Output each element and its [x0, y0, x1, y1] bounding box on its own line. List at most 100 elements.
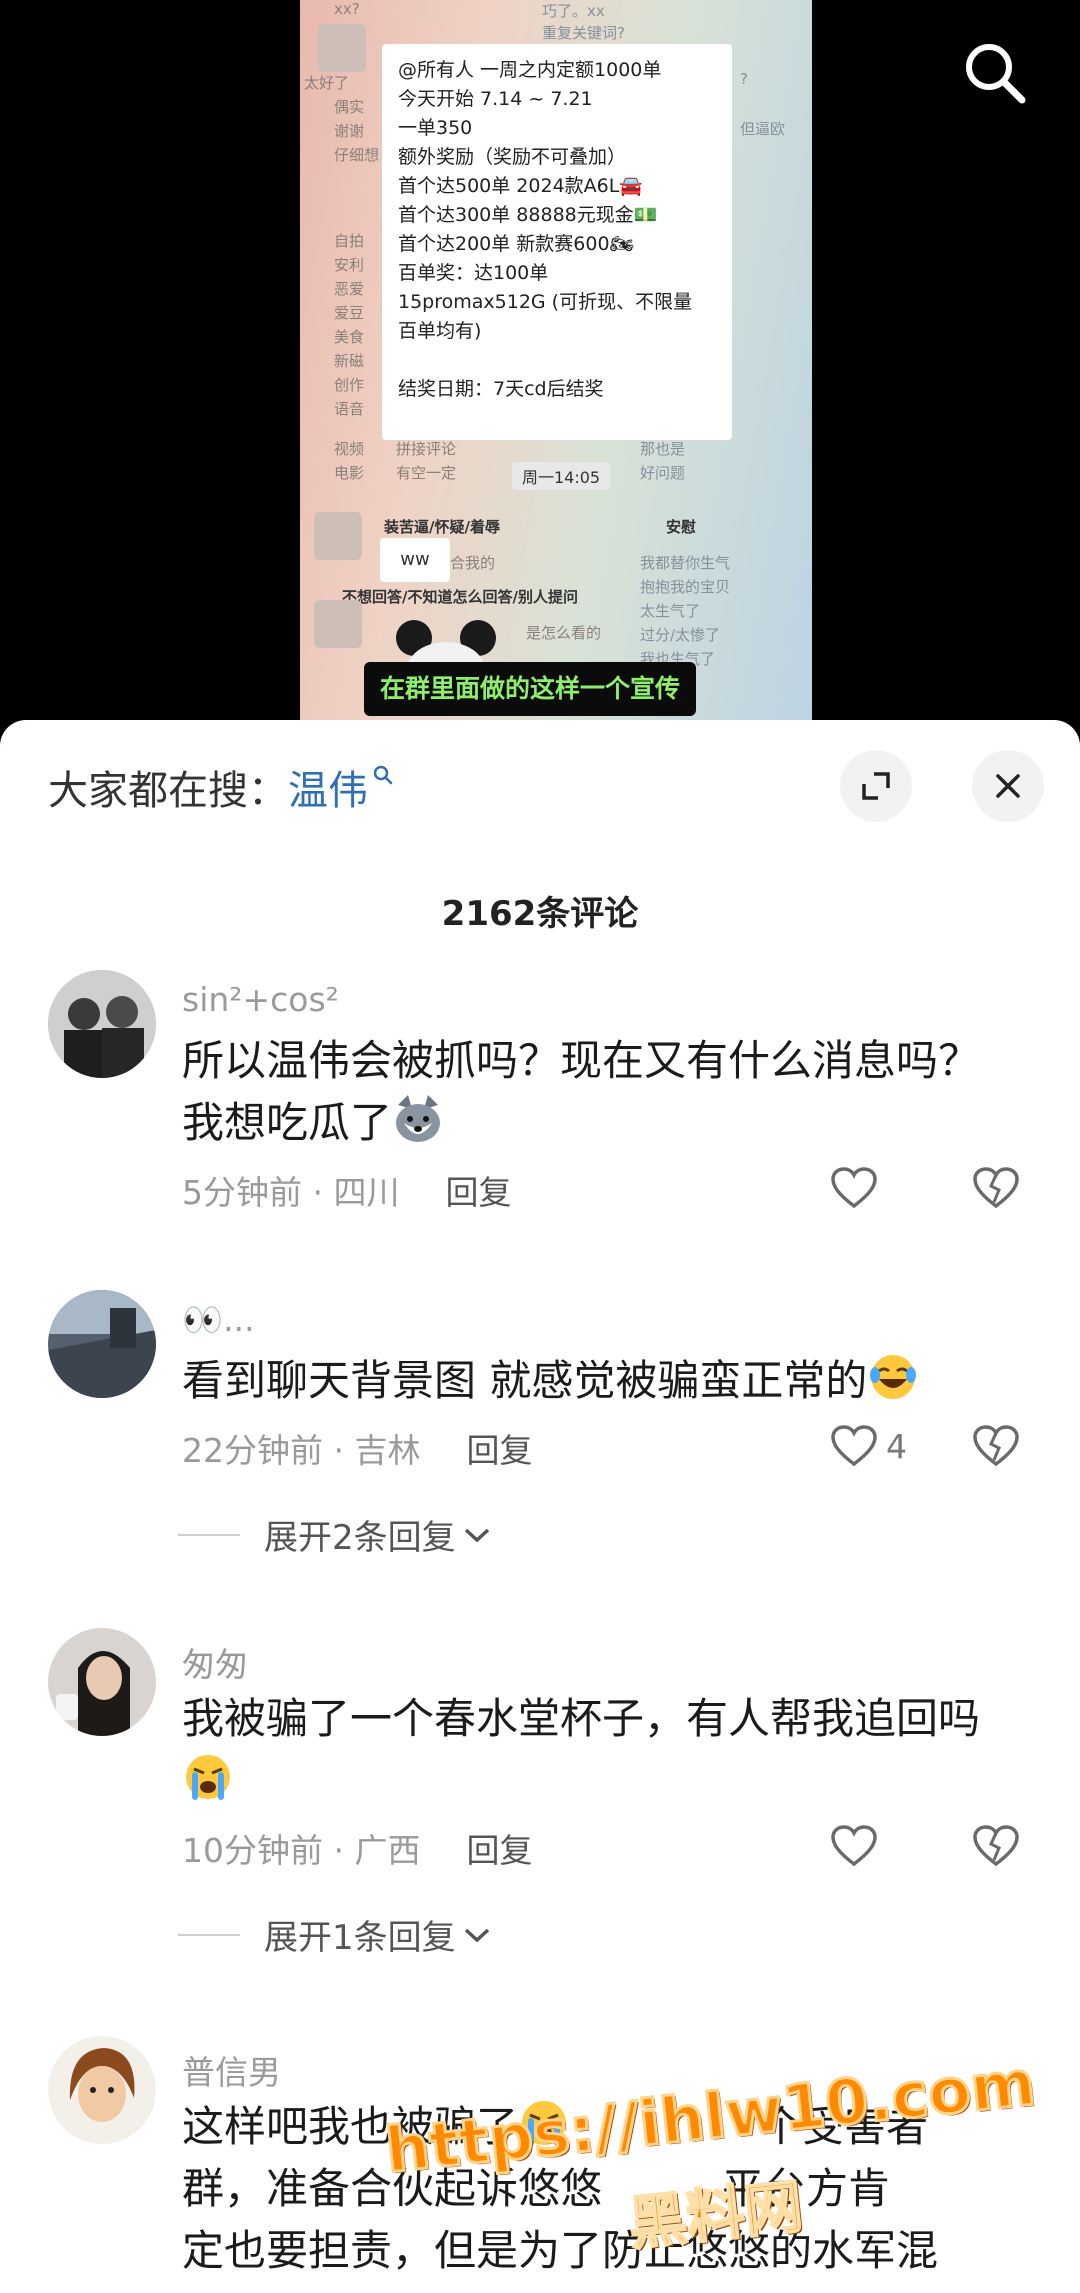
like-button[interactable] [830, 1166, 878, 1210]
comment-author[interactable]: 匆匆 [182, 1638, 248, 1686]
comment-time-location: 10分钟前 · 广西 [182, 1831, 421, 1870]
notice-line: 一单350 [398, 117, 473, 139]
chevron-down-icon [464, 1528, 489, 1542]
bg-text: 自拍 [334, 232, 365, 250]
comment-text-body: 平台方肯 [722, 2164, 891, 2213]
bg-text: 创作 [334, 376, 365, 394]
bg-text: 但逼欧 [740, 120, 786, 138]
dislike-button[interactable] [972, 1166, 1020, 1214]
comment-text-body: 群，准备合伙起诉悠悠 [182, 2164, 603, 2213]
bg-text: 好问题 [640, 464, 686, 482]
comment-text-body: 看到聊天背景图 就感觉被骗蛮正常的 [182, 1356, 868, 1405]
notice-line: 结奖日期：7天cd后结奖 [398, 378, 604, 400]
avatar[interactable] [48, 2036, 156, 2144]
expand-replies-label: 展开1条回复 [264, 1918, 456, 1958]
notice-line: 百单奖：达100单 [398, 262, 549, 284]
bg-text: 合我的 [450, 554, 496, 572]
like-button[interactable] [830, 1824, 878, 1868]
comment-time-location: 22分钟前 · 吉林 [182, 1431, 421, 1470]
comment-text: 所以温伟会被抓吗？现在又有什么消息吗？我想吃瓜了 [182, 1030, 1012, 1154]
bg-text: 过分/太惨了 [640, 626, 721, 644]
chevron-down-icon [464, 1928, 489, 1942]
chat-heading: 装苦逼/怀疑/着辱 [384, 518, 500, 536]
avatar-image [48, 1628, 156, 1736]
divider [178, 1933, 240, 1936]
bg-text: 那也是 [640, 440, 686, 458]
bg-text: 拼接评论 [396, 440, 457, 458]
chat-avatar [314, 512, 362, 560]
bg-text: 是怎么看的 [526, 624, 602, 642]
chat-avatar [318, 24, 366, 72]
bg-text: 安利 [334, 256, 365, 274]
comment-item: sin²+cos² 所以温伟会被抓吗？现在又有什么消息吗？我想吃瓜了 5分钟前 … [0, 970, 1080, 1212]
trending-search-prefix: 大家都在搜： [48, 768, 288, 814]
bg-text: 视频 [334, 440, 365, 458]
avatar-image [48, 970, 156, 1078]
bg-text: xx? [334, 0, 360, 18]
notice-line: 首个达500单 2024款A6L🚘 [398, 175, 643, 197]
comment-meta: 5分钟前 · 四川 回复 [182, 1166, 511, 1214]
avatar[interactable] [48, 970, 156, 1078]
bg-text: 新磁 [334, 352, 365, 370]
comment-item: 👀... 看到聊天背景图 就感觉被骗蛮正常的 22分钟前 · 吉林 回复 4 展… [0, 1290, 1080, 1610]
like-button[interactable]: 4 [830, 1424, 907, 1468]
expand-replies-button[interactable]: 展开2条回复 [178, 1510, 492, 1559]
bg-text: 爱豆 [334, 304, 365, 322]
video-subtitle: 在群里面做的这样一个宣传 [364, 662, 697, 716]
close-icon [996, 774, 1020, 798]
comment-text-body: 这样吧我也被骗了 [182, 2102, 519, 2151]
trending-search-keyword[interactable]: 温伟 [288, 768, 368, 814]
crying-face-emoji [522, 2101, 567, 2146]
reply-button[interactable]: 回复 [466, 1831, 532, 1870]
close-sheet-button[interactable] [972, 750, 1044, 822]
comment-item: 普信男 这样吧我也被骗了 个受害者 群，准备合伙起诉悠悠 平台方肯 定也要担责，但… [0, 2036, 1080, 2293]
bg-text: 恶爱 [334, 280, 365, 298]
bg-text: 太好了 [304, 74, 350, 92]
heart-icon [831, 1425, 877, 1467]
expand-replies-button[interactable]: 展开1条回复 [178, 1910, 492, 1959]
video-player[interactable]: xx? 太好了 偶实 谢谢 仔细想 自拍 安利 恶爱 爱豆 美食 新磁 创作 语… [0, 0, 1080, 730]
notice-line [398, 346, 716, 375]
like-count: 4 [886, 1426, 907, 1466]
avatar[interactable] [48, 1628, 156, 1736]
notice-line: 首个达300单 88888元现金💵 [398, 204, 658, 226]
comment-text-body: 我被骗了一个春水堂杯子，有人帮我追回吗 [182, 1694, 981, 1743]
reply-button[interactable]: 回复 [445, 1173, 511, 1212]
comment-text-body: 个受害者 [760, 2102, 929, 2151]
comment-count: 2162条评论 [441, 894, 639, 934]
comment-meta: 10分钟前 · 广西 回复 [182, 1824, 532, 1872]
trending-search[interactable]: 大家都在搜：温伟 [48, 758, 394, 816]
avatar[interactable] [48, 1290, 156, 1398]
expand-replies-label: 展开2条回复 [264, 1518, 456, 1558]
expand-sheet-button[interactable] [840, 750, 912, 822]
broken-heart-icon [973, 1825, 1019, 1867]
dislike-button[interactable] [972, 1424, 1020, 1472]
avatar-image [48, 2036, 156, 2144]
bg-text: 语音 [334, 400, 365, 418]
comment-author[interactable]: 👀... [182, 1300, 255, 1340]
chat-timestamp: 周一14:05 [512, 462, 611, 490]
notice-line: 额外奖励（奖励不可叠加） [398, 146, 627, 168]
bg-text: 有空一定 [396, 464, 457, 482]
reply-button[interactable]: 回复 [466, 1431, 532, 1470]
search-icon[interactable] [958, 36, 1032, 110]
comment-author[interactable]: 普信男 [182, 2046, 281, 2094]
comment-text: 看到聊天背景图 就感觉被骗蛮正常的 [182, 1350, 1012, 1412]
comment-text-body: 定也要担责，但是为了防止悠悠的水军混 [182, 2226, 939, 2275]
comment-author[interactable]: sin²+cos² [182, 980, 339, 1019]
bg-text: 巧了。xx [542, 2, 605, 20]
dislike-button[interactable] [972, 1824, 1020, 1872]
divider [178, 1533, 240, 1536]
comment-text: 我被骗了一个春水堂杯子，有人帮我追回吗 [182, 1688, 1012, 1812]
broken-heart-icon [973, 1425, 1019, 1467]
bg-text: 谢谢 [334, 122, 365, 140]
notice-line: 15promax512G (可折现、不限量 [398, 291, 693, 313]
bg-text: 抱抱我的宝贝 [640, 578, 731, 596]
comments-sheet: 大家都在搜：温伟 2162条评论 sin²+cos² 所以温伟会被抓吗？现在又有… [0, 720, 1080, 2293]
bg-text: 我都替你生气 [640, 554, 731, 572]
bg-text: 美食 [334, 328, 365, 346]
bg-text: 太生气了 [640, 602, 701, 620]
comment-time-location: 5分钟前 · 四川 [182, 1173, 400, 1212]
broken-heart-icon [973, 1167, 1019, 1209]
bg-text: 重复关键词? [542, 24, 625, 42]
